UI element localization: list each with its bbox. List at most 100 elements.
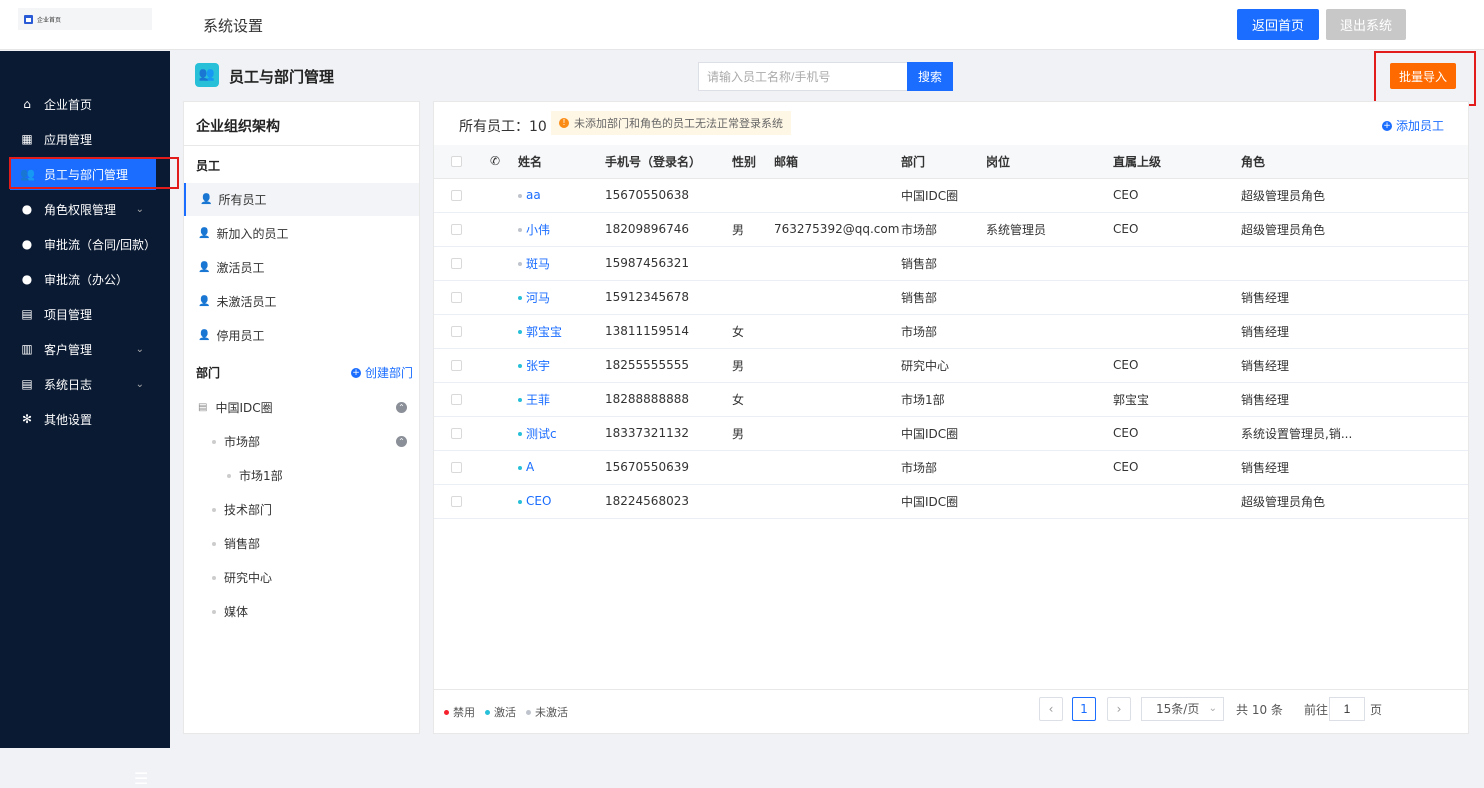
- row-select-cell: [434, 280, 490, 315]
- row-checkbox[interactable]: [451, 190, 462, 201]
- filter-label: 停用员工: [216, 329, 265, 343]
- add-employee-button[interactable]: + 添加员工: [1382, 117, 1444, 134]
- employee-name-link[interactable]: CEO: [526, 494, 551, 508]
- sidebar-item-label: 审批流（办公）: [44, 272, 129, 287]
- table-row[interactable]: 小伟 18209896746 男 763275392@qq.com 市场部 系统管理员 CE…: [434, 212, 1468, 247]
- dept-value: 销售部: [901, 280, 986, 315]
- email-value: [774, 280, 901, 315]
- filter-active-employees[interactable]: 👤 激活员工: [184, 251, 419, 284]
- filter-all-employees[interactable]: 👤 所有员工: [184, 183, 419, 216]
- legend-inactive: 未激活: [526, 704, 568, 720]
- email-value: 763275392@qq.com: [774, 212, 901, 247]
- row-checkbox[interactable]: [451, 394, 462, 405]
- table-row[interactable]: CEO 18224568023 中国IDC圈 超级管理员角色: [434, 484, 1468, 519]
- logout-button[interactable]: 退出系统: [1326, 9, 1406, 40]
- sidebar-item-home[interactable]: ⌂ 企业首页: [10, 88, 178, 120]
- next-page-button[interactable]: ›: [1107, 697, 1131, 721]
- create-department-button[interactable]: + 创建部门: [351, 364, 413, 381]
- role-value: 超级管理员角色: [1241, 212, 1468, 247]
- sidebar-item-approval-office[interactable]: ● 审批流（办公）: [10, 263, 178, 295]
- row-checkbox[interactable]: [451, 462, 462, 473]
- row-checkbox[interactable]: [451, 496, 462, 507]
- phone-value: 15670550639: [605, 450, 732, 485]
- post-value: [986, 416, 1113, 451]
- status-dot-icon: [518, 364, 522, 368]
- filter-label: 新加入的员工: [216, 227, 289, 241]
- employee-name-link[interactable]: 王菲: [526, 393, 550, 407]
- sidebar-item-projects[interactable]: ▤ 项目管理: [10, 298, 178, 330]
- dept-item[interactable]: 市场1部: [227, 467, 283, 484]
- table-row[interactable]: aa 15670550638 中国IDC圈 CEO 超级管理员角色: [434, 178, 1468, 213]
- row-select-cell: [434, 382, 490, 417]
- collapse-toggle-icon[interactable]: ⌃: [396, 402, 407, 413]
- role-value: 销售经理: [1241, 450, 1468, 485]
- filter-disabled-employees[interactable]: 👤 停用员工: [184, 319, 419, 352]
- email-value: [774, 484, 901, 519]
- sidebar-item-customers[interactable]: ▥ 客户管理 ⌄: [10, 333, 178, 365]
- table-row[interactable]: 郭宝宝 13811159514 女 市场部 销售经理: [434, 314, 1468, 349]
- sidebar-item-settings[interactable]: ✻ 其他设置: [10, 403, 178, 435]
- employee-name-link[interactable]: A: [526, 460, 534, 474]
- sidebar-item-approval-contract[interactable]: ● 审批流（合同/回款）: [10, 228, 178, 260]
- dept-item[interactable]: 研究中心: [212, 569, 272, 586]
- gender-value: [732, 178, 774, 213]
- employee-list-panel: 所有员工：10 ! 未添加部门和角色的员工无法正常登录系统 + 添加员工 ✆ 姓…: [433, 101, 1469, 734]
- plus-circle-icon: +: [351, 367, 361, 378]
- top-bar: 企业首页 系统设置 返回首页 退出系统: [0, 0, 1484, 50]
- row-checkbox[interactable]: [451, 258, 462, 269]
- row-checkbox[interactable]: [451, 292, 462, 303]
- gray-dot-icon: [526, 709, 531, 715]
- sidebar-item-label: 审批流（合同/回款）: [44, 237, 157, 252]
- collapse-toggle-icon[interactable]: ⌃: [396, 436, 407, 447]
- select-all-checkbox[interactable]: [451, 156, 462, 168]
- post-value: [986, 382, 1113, 417]
- phone-cell: [490, 178, 518, 213]
- employee-name-link[interactable]: 张宇: [526, 359, 550, 373]
- warning-notice: ! 未添加部门和角色的员工无法正常登录系统: [551, 111, 791, 135]
- sidebar-item-apps[interactable]: ▦ 应用管理: [10, 123, 178, 155]
- dept-item[interactable]: 销售部: [212, 535, 260, 552]
- page-number-button[interactable]: 1: [1072, 697, 1096, 721]
- row-checkbox[interactable]: [451, 224, 462, 235]
- employee-name-link[interactable]: 河马: [526, 291, 550, 305]
- employee-name-link[interactable]: 测试c: [526, 427, 557, 441]
- search-input[interactable]: [698, 62, 908, 91]
- company-logo[interactable]: 企业首页: [18, 8, 152, 30]
- search-button[interactable]: 搜索: [907, 62, 953, 91]
- dept-item[interactable]: 媒体: [212, 603, 248, 620]
- row-checkbox[interactable]: [451, 326, 462, 337]
- goto-page-input[interactable]: [1329, 697, 1365, 721]
- table-row[interactable]: 河马 15912345678 销售部 销售经理: [434, 280, 1468, 315]
- status-dot-icon: [518, 330, 522, 334]
- table-row[interactable]: 斑马 15987456321 销售部: [434, 246, 1468, 281]
- role-value: 系统设置管理员,销...: [1241, 416, 1468, 451]
- dept-root[interactable]: ▤ 中国IDC圈: [198, 399, 273, 416]
- prev-page-button[interactable]: ‹: [1039, 697, 1063, 721]
- table-row[interactable]: A 15670550639 市场部 CEO 销售经理: [434, 450, 1468, 485]
- dept-label: 研究中心: [224, 571, 273, 585]
- sidebar-item-roles[interactable]: ● 角色权限管理 ⌄: [10, 193, 178, 225]
- building-icon: ▥: [21, 342, 33, 356]
- email-value: [774, 314, 901, 349]
- sidebar-item-label: 系统日志: [44, 377, 93, 392]
- sidebar-item-logs[interactable]: ▤ 系统日志 ⌄: [10, 368, 178, 400]
- table-row[interactable]: 张宇 18255555555 男 研究中心 CEO 销售经理: [434, 348, 1468, 383]
- row-checkbox[interactable]: [451, 360, 462, 371]
- post-value: [986, 450, 1113, 485]
- employee-name-link[interactable]: aa: [526, 188, 541, 202]
- table-row[interactable]: 王菲 18288888888 女 市场1部 郭宝宝 销售经理: [434, 382, 1468, 417]
- dept-item[interactable]: 市场部: [212, 433, 260, 450]
- batch-import-button[interactable]: 批量导入: [1390, 63, 1456, 89]
- employee-name-link[interactable]: 郭宝宝: [526, 325, 562, 339]
- collapse-menu-icon[interactable]: ☰: [134, 769, 148, 788]
- row-checkbox[interactable]: [451, 428, 462, 439]
- return-home-button[interactable]: 返回首页: [1237, 9, 1319, 40]
- dept-value: 市场1部: [901, 382, 986, 417]
- page-size-select[interactable]: 15条/页 ⌄: [1141, 697, 1224, 721]
- table-row[interactable]: 测试c 18337321132 男 中国IDC圈 CEO 系统设置管理员,销...: [434, 416, 1468, 451]
- employee-name-link[interactable]: 小伟: [526, 223, 550, 237]
- dept-item[interactable]: 技术部门: [212, 501, 272, 518]
- employee-name-link[interactable]: 斑马: [526, 257, 550, 271]
- filter-inactive-employees[interactable]: 👤 未激活员工: [184, 285, 419, 318]
- filter-new-employees[interactable]: 👤 新加入的员工: [184, 217, 419, 250]
